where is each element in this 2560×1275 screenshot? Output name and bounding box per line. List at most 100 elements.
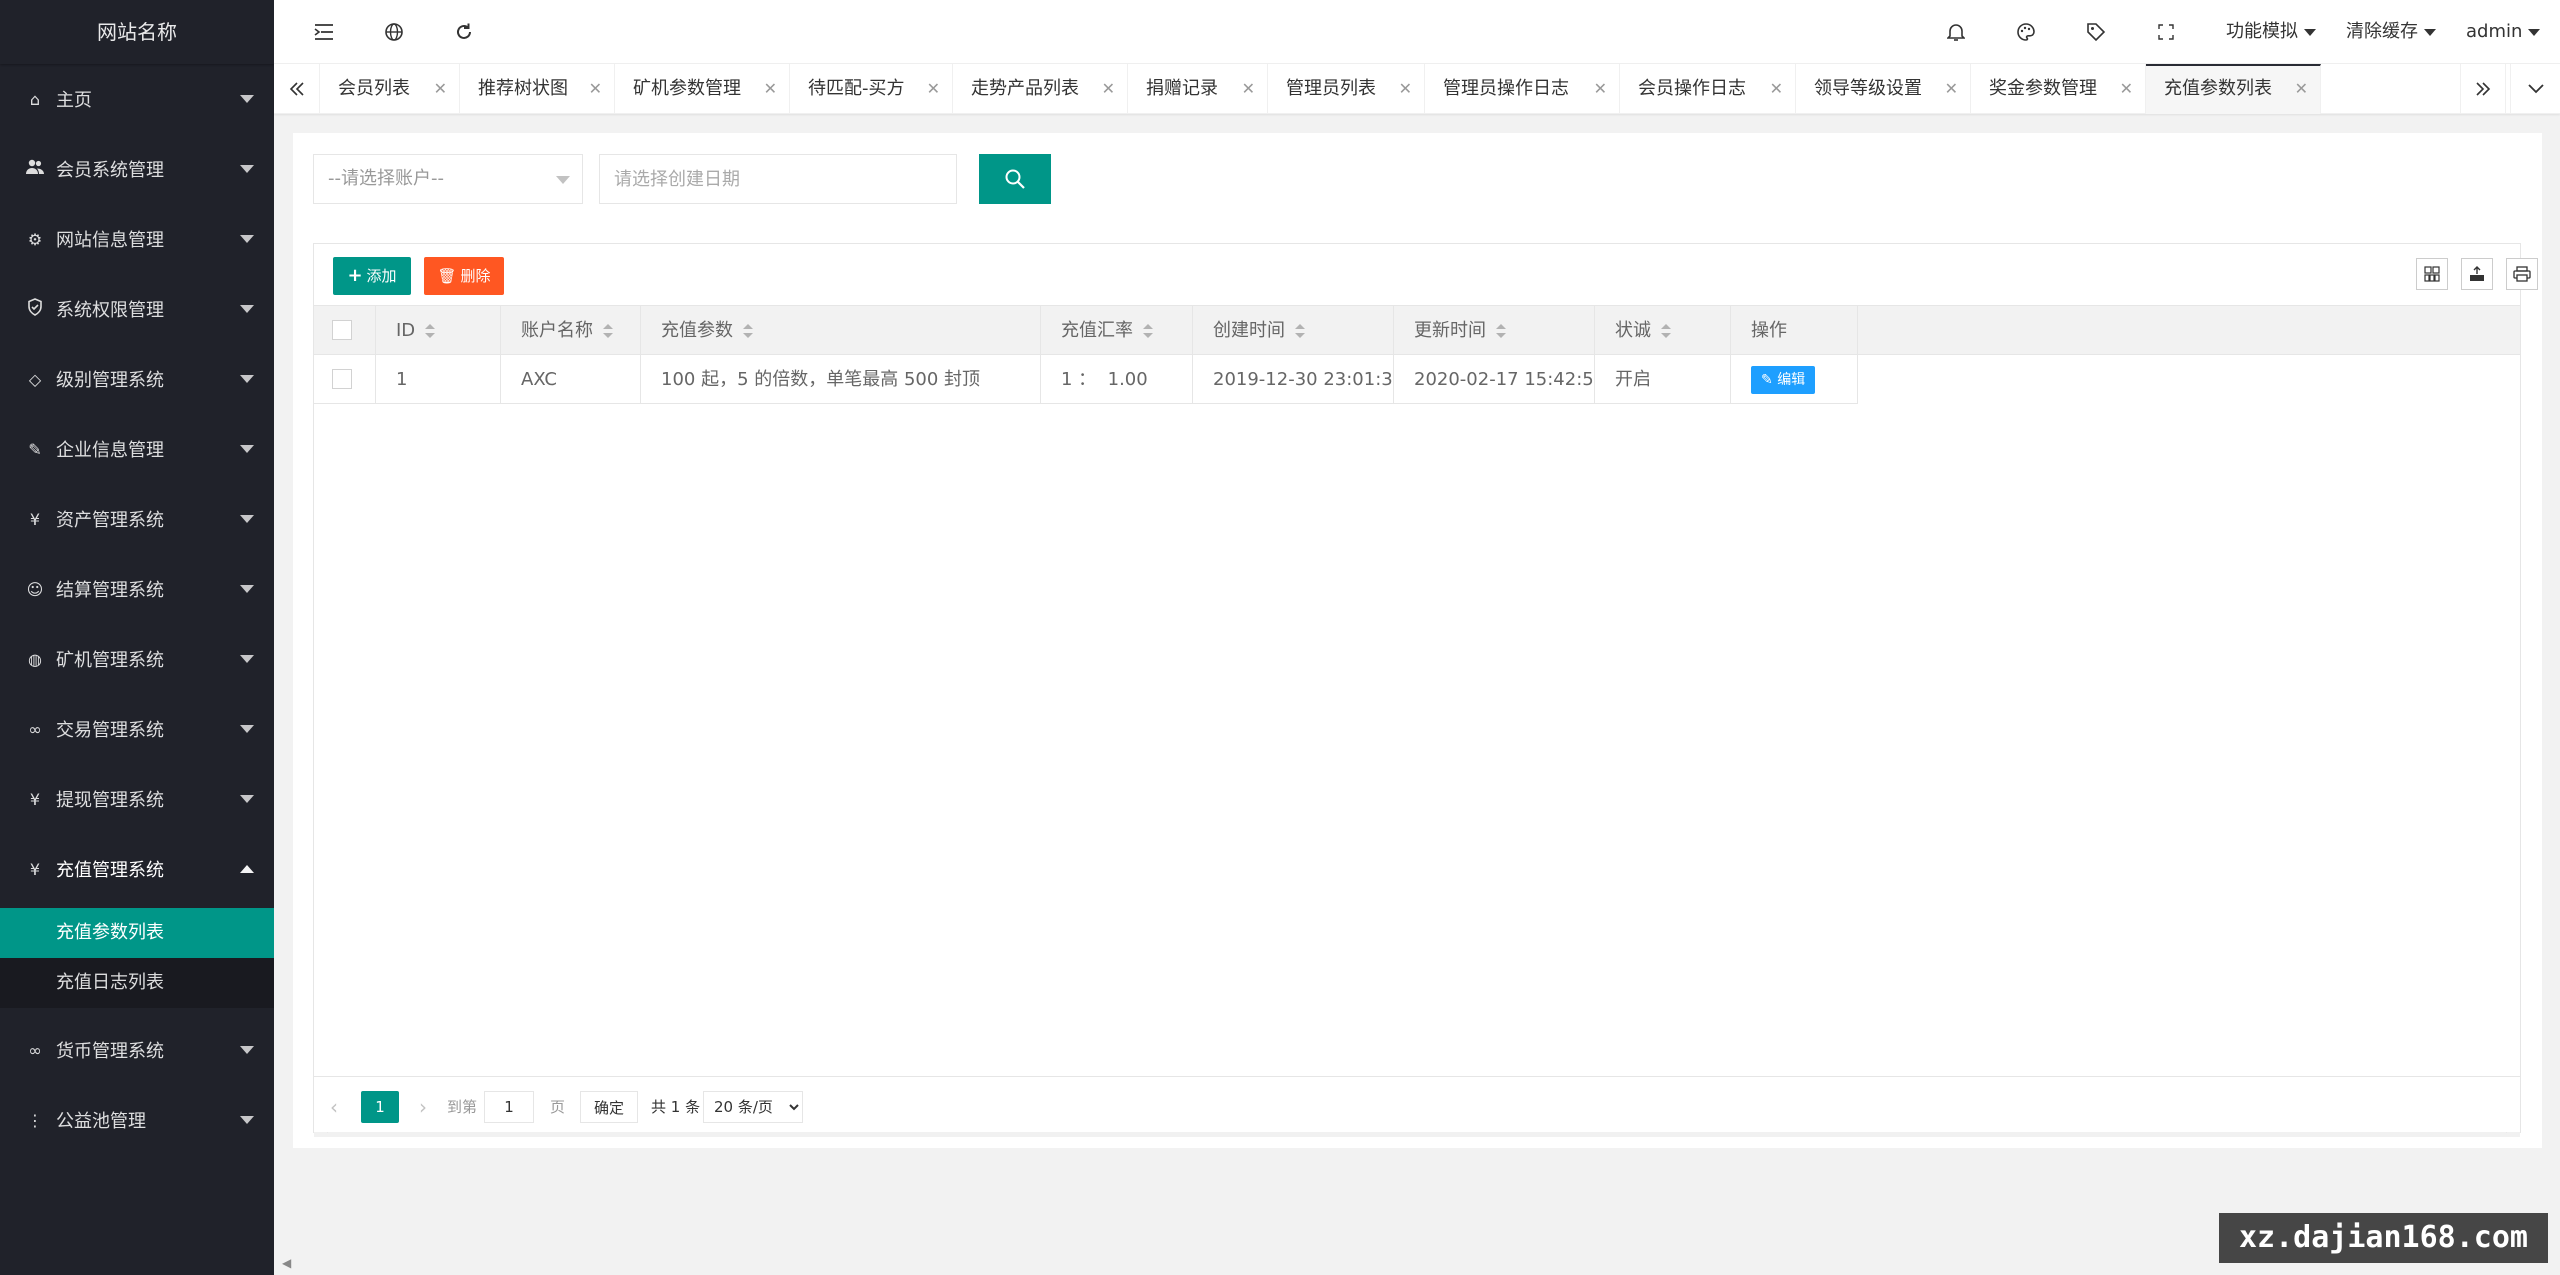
close-icon[interactable]: ✕ xyxy=(434,64,447,114)
sidebar-item-home[interactable]: ⌂ 主页 xyxy=(0,64,274,134)
total-count: 共 1 条 xyxy=(651,1098,701,1116)
sort-icon[interactable] xyxy=(743,324,753,338)
close-icon[interactable]: ✕ xyxy=(589,64,602,114)
close-icon[interactable]: ✕ xyxy=(1242,64,1255,114)
sidebar-subitem-recharge-logs[interactable]: 充值日志列表 xyxy=(0,958,274,1008)
column-header-account[interactable]: 账户名称 xyxy=(501,306,641,355)
sidebar-item-label: 主页 xyxy=(56,90,92,111)
sidebar-item-member-system[interactable]: 会员系统管理 xyxy=(0,134,274,204)
sidebar-item-assets[interactable]: ¥ 资产管理系统 xyxy=(0,484,274,554)
sort-icon[interactable] xyxy=(1295,324,1305,338)
column-header-params[interactable]: 充值参数 xyxy=(641,306,1041,355)
tab-trend-products[interactable]: 走势产品列表 ✕ xyxy=(953,64,1128,114)
print-icon[interactable] xyxy=(2506,258,2538,290)
columns-filter-icon[interactable] xyxy=(2416,258,2448,290)
close-icon[interactable]: ✕ xyxy=(1399,64,1412,114)
sidebar-item-label: 提现管理系统 xyxy=(56,790,164,811)
yen-icon: ¥ xyxy=(29,509,41,529)
page-number-current[interactable]: 1 xyxy=(361,1091,399,1123)
sidebar-item-recharge[interactable]: ¥ 充值管理系统 xyxy=(0,834,274,904)
close-icon[interactable]: ✕ xyxy=(764,64,777,114)
tabs-scroll-left-icon[interactable] xyxy=(274,64,320,114)
sidebar-subitem-recharge-params[interactable]: 充值参数列表 xyxy=(0,908,274,958)
select-all-checkbox[interactable] xyxy=(332,320,352,340)
column-header-id[interactable]: ID xyxy=(376,306,501,355)
tab-donation-records[interactable]: 捐赠记录 ✕ xyxy=(1128,64,1268,114)
sidebar-item-permissions[interactable]: 系统权限管理 xyxy=(0,274,274,344)
clear-cache-menu[interactable]: 清除缓存 xyxy=(2346,18,2436,46)
created-date-input[interactable] xyxy=(599,154,957,204)
smile-icon: ☺ xyxy=(26,579,44,599)
feature-simulate-menu[interactable]: 功能模拟 xyxy=(2226,18,2316,46)
sidebar-item-withdraw[interactable]: ¥ 提现管理系统 xyxy=(0,764,274,834)
sort-icon[interactable] xyxy=(1496,324,1506,338)
prev-page-icon[interactable]: ‹ xyxy=(330,1091,338,1123)
search-button[interactable] xyxy=(979,154,1051,204)
add-button[interactable]: + 添加 xyxy=(333,257,411,295)
tag-icon[interactable] xyxy=(2082,18,2110,46)
row-checkbox[interactable] xyxy=(332,369,352,389)
sort-icon[interactable] xyxy=(1143,324,1153,338)
tab-recharge-params[interactable]: 充值参数列表 ✕ xyxy=(2146,64,2321,114)
close-icon[interactable]: ✕ xyxy=(1945,64,1958,114)
close-icon[interactable]: ✕ xyxy=(1594,64,1607,114)
sort-icon[interactable] xyxy=(425,324,436,338)
cell-rate: 1 ： 1.00 xyxy=(1041,355,1193,404)
caret-down-icon xyxy=(2304,28,2316,36)
shield-icon xyxy=(24,298,46,320)
sidebar-item-settlement[interactable]: ☺ 结算管理系统 xyxy=(0,554,274,624)
column-header-rate[interactable]: 充值汇率 xyxy=(1041,306,1193,355)
collapse-menu-icon[interactable] xyxy=(310,18,338,46)
close-icon[interactable]: ✕ xyxy=(1102,64,1115,114)
column-header-updated[interactable]: 更新时间 xyxy=(1394,306,1595,355)
sidebar-item-charity-pool[interactable]: ⋮ 公益池管理 xyxy=(0,1085,274,1155)
globe-icon[interactable] xyxy=(380,18,408,46)
sidebar-item-company-info[interactable]: ✎ 企业信息管理 xyxy=(0,414,274,484)
column-header-created[interactable]: 创建时间 xyxy=(1193,306,1394,355)
column-header-status[interactable]: 状诚 xyxy=(1595,306,1731,355)
edit-button[interactable]: ✎ 编辑 xyxy=(1751,366,1816,394)
goto-page-input[interactable] xyxy=(484,1091,534,1123)
close-icon[interactable]: ✕ xyxy=(2120,64,2133,114)
tab-admin-list[interactable]: 管理员列表 ✕ xyxy=(1268,64,1425,114)
close-icon[interactable]: ✕ xyxy=(2295,66,2308,112)
sort-icon[interactable] xyxy=(1661,324,1671,338)
goto-confirm-button[interactable]: 确定 xyxy=(580,1091,638,1123)
sort-icon[interactable] xyxy=(603,324,613,338)
chevron-down-icon xyxy=(240,235,254,243)
row-select-cell xyxy=(314,355,376,404)
page-size-select[interactable]: 10 条/页 20 条/页 30 条/页 40 条/页 50 条/页 xyxy=(703,1091,803,1123)
fullscreen-icon[interactable] xyxy=(2152,18,2180,46)
sidebar-item-currency[interactable]: ∞ 货币管理系统 xyxy=(0,1015,274,1085)
tab-leader-levels[interactable]: 领导等级设置 ✕ xyxy=(1796,64,1971,114)
account-select[interactable]: --请选择账户-- xyxy=(313,154,583,204)
theme-palette-icon[interactable] xyxy=(2012,18,2040,46)
sidebar-item-site-info[interactable]: ⚙ 网站信息管理 xyxy=(0,204,274,274)
diamond-icon: ◇ xyxy=(28,369,42,389)
tab-referral-tree[interactable]: 推荐树状图 ✕ xyxy=(460,64,615,114)
close-icon[interactable]: ✕ xyxy=(927,64,940,114)
delete-button[interactable]: 🗑 删除 xyxy=(424,257,504,295)
tab-admin-logs[interactable]: 管理员操作日志 ✕ xyxy=(1425,64,1620,114)
tab-pending-buyers[interactable]: 待匹配-买方 ✕ xyxy=(790,64,953,114)
tab-miner-params[interactable]: 矿机参数管理 ✕ xyxy=(615,64,790,114)
user-menu[interactable]: admin xyxy=(2466,18,2541,46)
close-icon[interactable]: ✕ xyxy=(1770,64,1783,114)
bell-icon[interactable] xyxy=(1942,18,1970,46)
export-icon[interactable] xyxy=(2461,258,2493,290)
chevron-down-icon xyxy=(240,725,254,733)
tab-member-logs[interactable]: 会员操作日志 ✕ xyxy=(1620,64,1796,114)
sidebar-item-miner[interactable]: ◍ 矿机管理系统 xyxy=(0,624,274,694)
next-page-icon[interactable]: › xyxy=(419,1091,427,1123)
sidebar-item-trade[interactable]: ∞ 交易管理系统 xyxy=(0,694,274,764)
tabs-scroll-right-icon[interactable] xyxy=(2460,64,2506,114)
sidebar-item-level-system[interactable]: ◇ 级别管理系统 xyxy=(0,344,274,414)
tab-member-list[interactable]: 会员列表 ✕ xyxy=(320,64,460,114)
tabs-dropdown-icon[interactable] xyxy=(2510,64,2560,114)
scroll-left-icon[interactable]: ◀ xyxy=(282,1256,291,1270)
site-logo[interactable]: 网站名称 xyxy=(0,0,274,64)
trash-icon: 🗑 xyxy=(437,267,457,285)
tab-bonus-params[interactable]: 奖金参数管理 ✕ xyxy=(1971,64,2146,114)
watermark: xz.dajian168.com xyxy=(2219,1213,2548,1263)
refresh-icon[interactable] xyxy=(450,18,478,46)
